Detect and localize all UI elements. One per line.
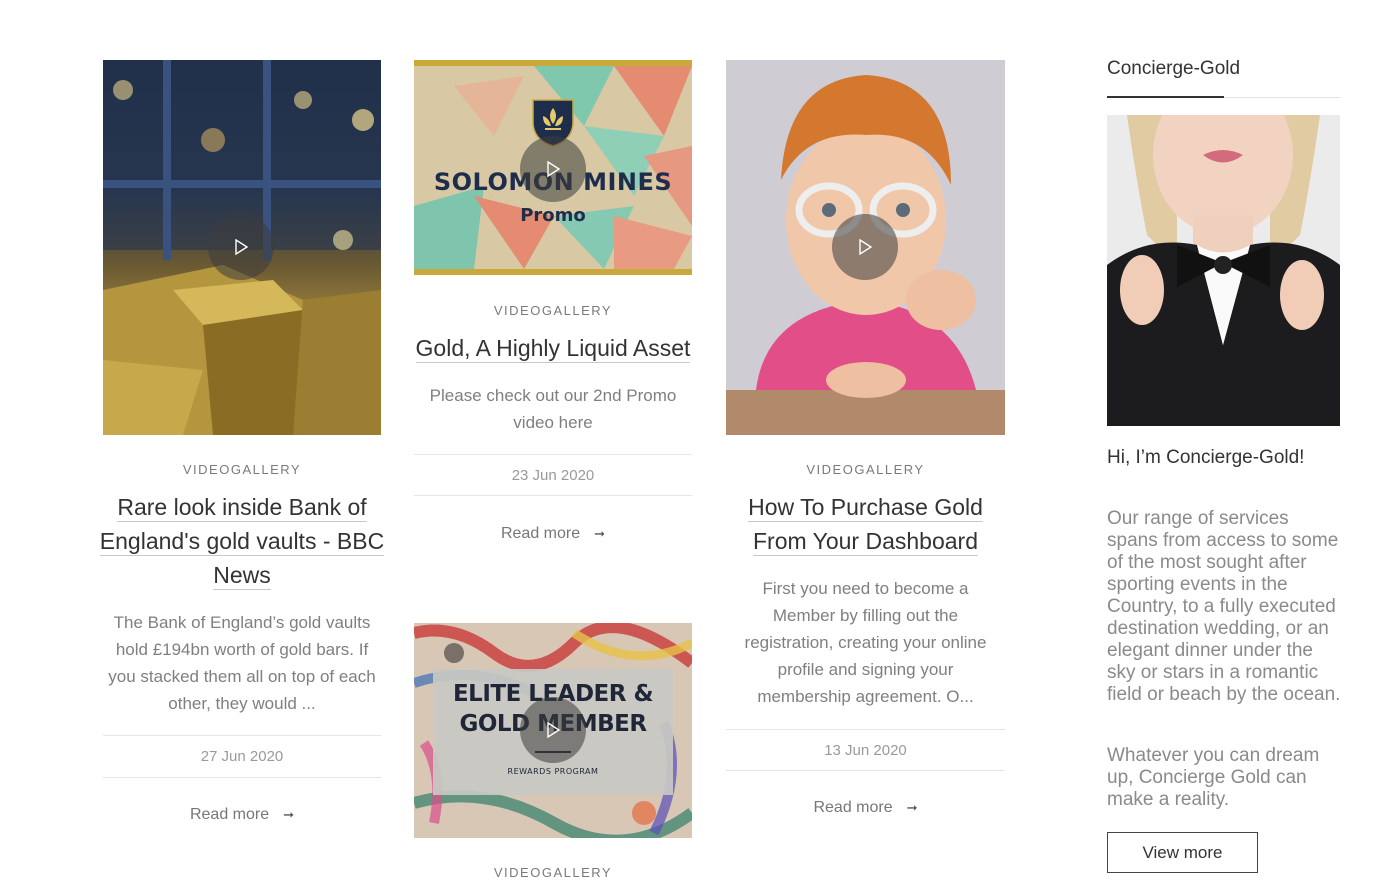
arrow-right-icon: ➞ <box>283 807 295 822</box>
post-thumbnail-purchase-gold[interactable] <box>726 60 1005 435</box>
read-more-label[interactable]: Read more <box>501 525 580 542</box>
concierge-avatar-image <box>1107 115 1340 426</box>
post-thumbnail-solomon-mines[interactable]: SOLOMON MINES Promo <box>414 60 692 275</box>
read-more-link[interactable]: Read more ➞ <box>103 806 381 824</box>
play-button[interactable] <box>520 136 586 202</box>
post-title-line[interactable]: Gold, A Highly Liquid Asset <box>415 335 691 363</box>
post-title[interactable]: Gold, A Highly Liquid Asset <box>409 331 697 365</box>
post-date: 27 Jun 2020 <box>103 735 381 778</box>
post-category[interactable]: VIDEOGALLERY <box>414 303 692 318</box>
concierge-portrait <box>1107 115 1340 426</box>
sidebar-greeting: Hi, I’m Concierge-Gold! <box>1107 447 1305 468</box>
sidebar-title-accent <box>1107 96 1224 98</box>
post-excerpt: First you need to become a Member by fil… <box>744 579 987 706</box>
post-category[interactable]: VIDEOGALLERY <box>414 865 692 880</box>
post-thumbnail-elite-leader[interactable]: ELITE LEADER & GOLD MEMBER REWARDS PROGR… <box>414 623 692 838</box>
post-title-line[interactable]: Rare look inside Bank of <box>117 494 367 522</box>
arrow-right-icon: ➞ <box>906 800 918 815</box>
post-category[interactable]: VIDEOGALLERY <box>726 462 1005 477</box>
elite-banner-caption: REWARDS PROGRAM <box>507 767 599 776</box>
play-icon <box>547 721 561 739</box>
play-button[interactable] <box>520 697 586 763</box>
play-icon <box>859 238 873 256</box>
post-excerpt: Please check out our 2nd Promo video her… <box>429 386 677 432</box>
post-title-line[interactable]: News <box>213 562 271 590</box>
play-button[interactable] <box>208 214 274 280</box>
post-title-line[interactable]: From Your Dashboard <box>752 528 978 556</box>
post-title-line[interactable]: How To Purchase Gold <box>748 494 983 522</box>
post-thumbnail-bank-vaults[interactable] <box>103 60 381 435</box>
sidebar-description-2: Whatever you can dream up, Concierge Gol… <box>1107 745 1320 810</box>
post-title[interactable]: Rare look inside Bank of England's gold … <box>98 490 386 592</box>
play-icon <box>547 160 561 178</box>
sidebar-widget-title: Concierge-Gold <box>1107 58 1241 79</box>
sidebar-description: Our range of services spans from access … <box>1107 508 1341 705</box>
play-icon <box>235 238 249 256</box>
post-date: 23 Jun 2020 <box>414 454 692 496</box>
read-more-link[interactable]: Read more ➞ <box>726 799 1005 817</box>
play-button[interactable] <box>832 214 898 280</box>
post-excerpt: The Bank of England’s gold vaults hold £… <box>108 613 376 713</box>
read-more-label[interactable]: Read more <box>813 799 892 816</box>
read-more-link[interactable]: Read more ➞ <box>414 525 692 543</box>
post-date: 13 Jun 2020 <box>726 729 1005 771</box>
view-more-button[interactable]: View more <box>1107 832 1258 873</box>
post-title-line[interactable]: England's gold vaults - BBC <box>99 528 385 556</box>
read-more-label[interactable]: Read more <box>190 806 269 823</box>
promo-subtitle: Promo <box>520 205 586 226</box>
post-category[interactable]: VIDEOGALLERY <box>103 462 381 477</box>
arrow-right-icon: ➞ <box>594 526 606 541</box>
post-title[interactable]: How To Purchase Gold From Your Dashboard <box>721 490 1010 558</box>
